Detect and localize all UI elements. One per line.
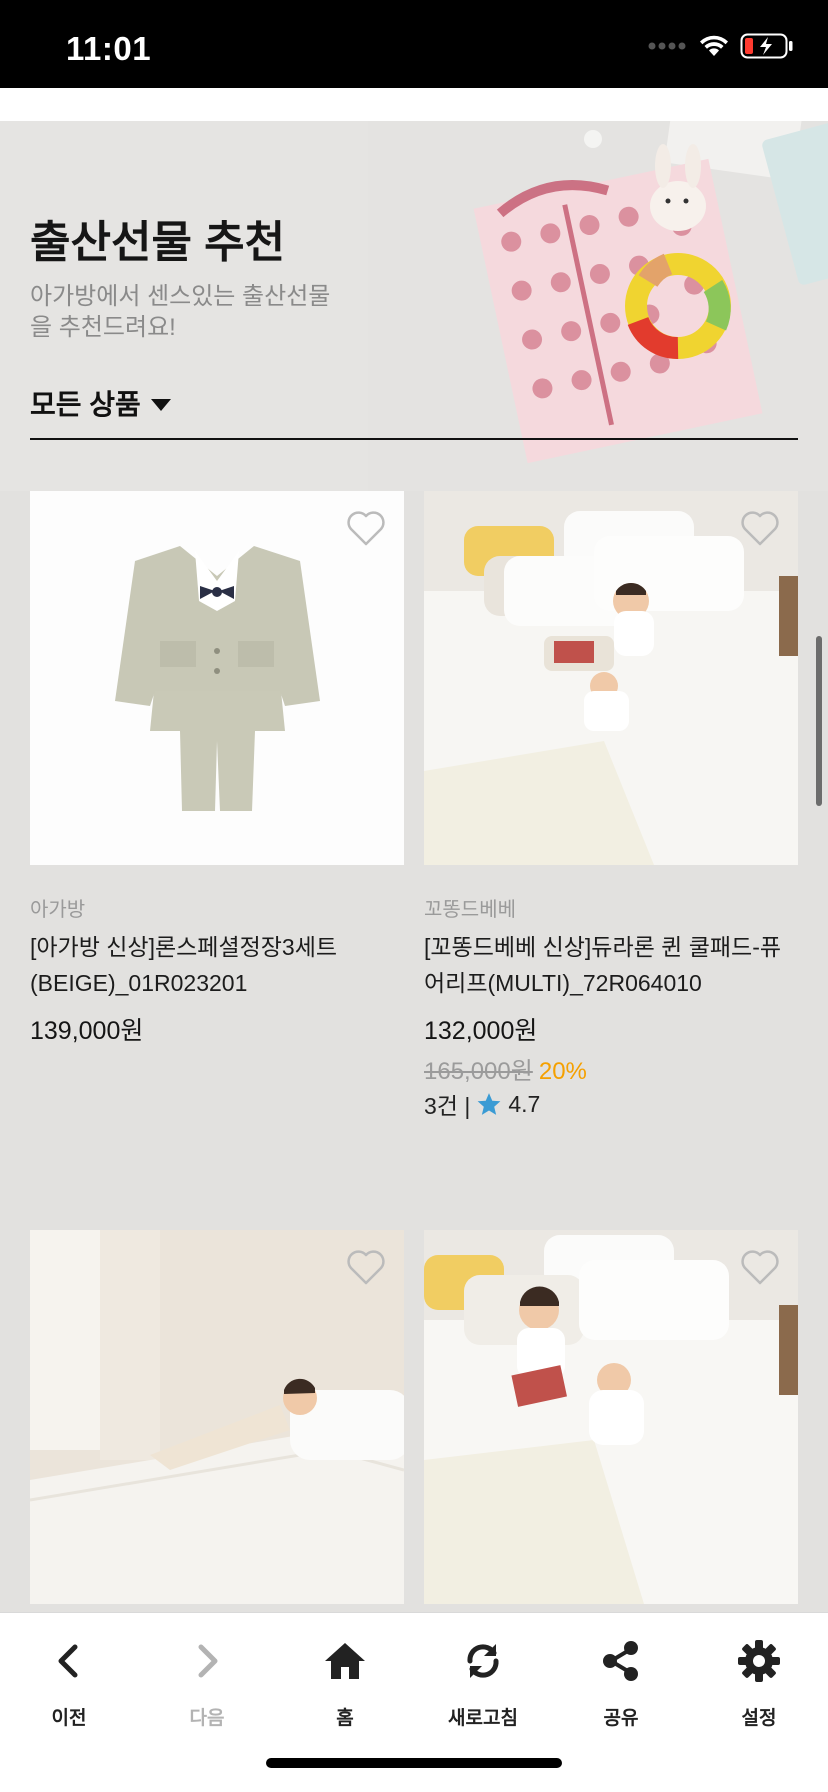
header-spacer	[0, 88, 828, 121]
gear-icon	[738, 1640, 780, 1682]
settings-button[interactable]: 설정	[690, 1631, 828, 1730]
refresh-icon	[467, 1644, 499, 1678]
product-brand: 꼬똥드베베	[424, 899, 516, 921]
caret-down-icon	[150, 399, 171, 411]
hero-banner: 출산선물 추천 아가방에서 센스있는 출산선물을 추천드려요! 모든 상품	[0, 121, 828, 491]
share-button[interactable]: 공유	[552, 1631, 690, 1730]
product-card[interactable]	[424, 1230, 798, 1604]
product-card[interactable]: 아가방 [아가방 신상]론스페셜정장3세트(BEIGE)_01R023201 1…	[30, 491, 404, 1191]
product-card[interactable]: 꼬똥드베베 [꼬똥드베베 신상]듀라론 퀸 쿨패드-퓨어리프(MULTI)_72…	[424, 491, 798, 1191]
chevron-left-icon	[58, 1644, 78, 1678]
product-image[interactable]	[30, 1230, 404, 1604]
forward-label: 다음	[189, 1708, 225, 1729]
product-name[interactable]: [꼬똥드베베 신상]듀라론 퀸 쿨패드-퓨어리프(MULTI)_72R06401…	[424, 929, 798, 1001]
wifi-icon	[700, 35, 728, 56]
refresh-button[interactable]: 새로고침	[414, 1631, 552, 1730]
price-discount-row: 165,000원 20%	[424, 1051, 587, 1086]
category-filter-dropdown[interactable]: 모든 상품	[30, 383, 171, 423]
home-button[interactable]: 홈	[276, 1631, 414, 1730]
heart-icon[interactable]	[740, 509, 780, 547]
product-brand: 아가방	[30, 899, 86, 921]
product-name[interactable]: [아가방 신상]론스페셜정장3세트(BEIGE)_01R023201	[30, 929, 404, 1001]
review-rating: 3건 | 4.7	[424, 1087, 540, 1121]
back-label: 이전	[51, 1708, 87, 1729]
share-label: 공유	[603, 1708, 639, 1729]
star-icon	[477, 1093, 501, 1115]
category-filter-label: 모든 상품	[30, 389, 141, 420]
status-time: 11:01	[66, 30, 152, 67]
forward-button[interactable]: 다음	[138, 1631, 276, 1730]
gift-set-image	[368, 121, 828, 491]
refresh-label: 새로고침	[448, 1708, 518, 1729]
back-button[interactable]: 이전	[0, 1631, 138, 1730]
home-indicator[interactable]	[266, 1758, 562, 1768]
product-price: 139,000원	[30, 1017, 144, 1045]
suit-set-image	[30, 491, 404, 865]
status-bar: 11:01	[0, 0, 828, 88]
status-icons	[648, 33, 794, 59]
discount-rate: 20%	[538, 1058, 587, 1085]
rating-value: 4.7	[508, 1090, 541, 1117]
settings-label: 설정	[741, 1708, 777, 1729]
heart-icon[interactable]	[346, 509, 386, 547]
chevron-right-icon	[198, 1644, 218, 1678]
review-count: 3건 |	[424, 1093, 471, 1119]
signal-icon	[648, 42, 686, 50]
heart-icon[interactable]	[740, 1248, 780, 1286]
product-card[interactable]	[30, 1230, 404, 1604]
page-subtitle: 아가방에서 센스있는 출산선물을 추천드려요!	[30, 283, 331, 341]
bed-pad-image	[424, 491, 798, 865]
scrollbar[interactable]	[816, 636, 822, 806]
share-icon	[603, 1641, 638, 1681]
divider	[30, 438, 798, 440]
home-icon	[325, 1643, 365, 1679]
home-label: 홈	[336, 1708, 354, 1729]
page-title: 출산선물 추천	[30, 218, 286, 267]
product-price: 132,000원	[424, 1017, 538, 1045]
battery-icon	[740, 33, 793, 59]
product-image[interactable]	[424, 1230, 798, 1604]
bed-pad-image	[424, 1230, 798, 1604]
original-price: 165,000원	[424, 1058, 533, 1085]
product-image[interactable]	[30, 491, 404, 865]
product-image[interactable]	[424, 491, 798, 865]
baby-bedding-image	[30, 1230, 404, 1604]
heart-icon[interactable]	[346, 1248, 386, 1286]
